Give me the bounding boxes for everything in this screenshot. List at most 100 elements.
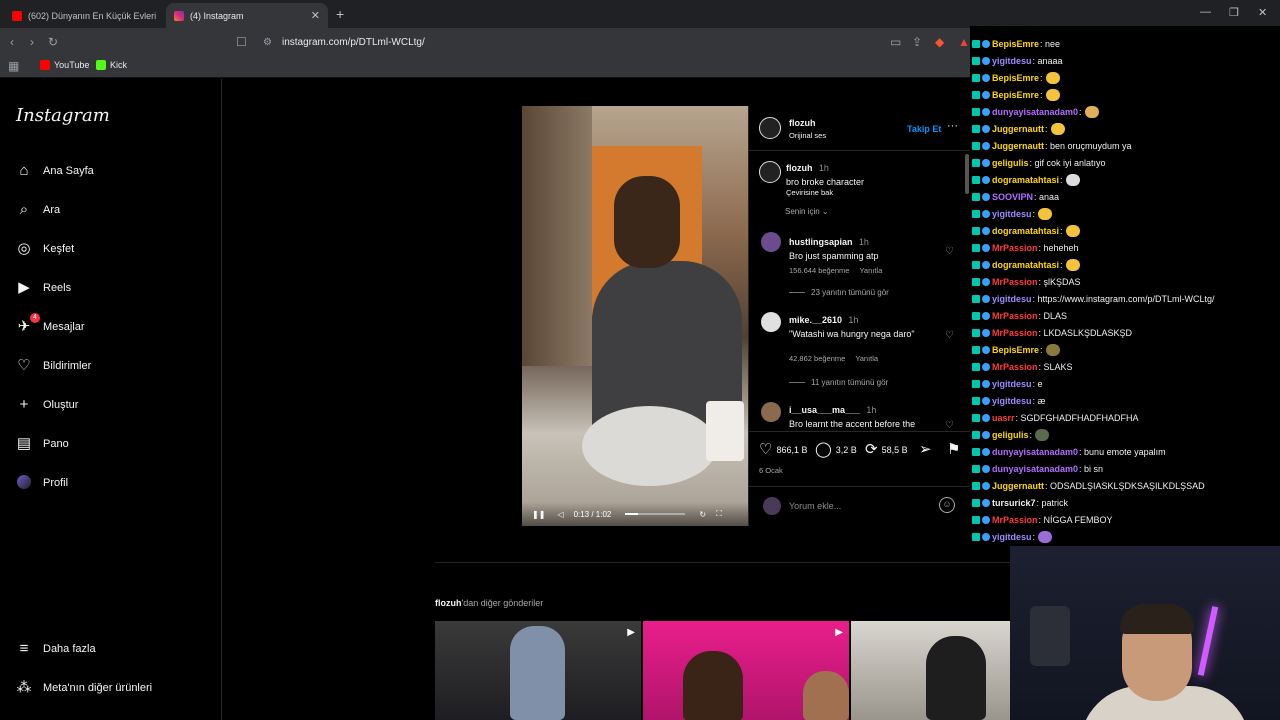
fullscreen-icon[interactable]: ⛶ — [716, 509, 722, 519]
more-posts-username[interactable]: flozuh — [435, 598, 462, 608]
comment-likes[interactable]: 156.644 beğenme — [789, 266, 849, 275]
cast-icon[interactable]: ▭ — [890, 35, 901, 49]
likes-count[interactable]: 866,1 B — [776, 445, 807, 455]
chat-username[interactable]: yigitdesu — [992, 396, 1032, 406]
chat-username[interactable]: BepisEmre — [992, 73, 1039, 83]
chat-username[interactable]: MrPassion — [992, 277, 1038, 287]
chat-username[interactable]: yigitdesu — [992, 294, 1032, 304]
sidebar-item-meta-apps[interactable]: ⁂ Meta'nın diğer ürünleri — [16, 680, 153, 696]
like-comment-icon[interactable]: ♡ — [945, 420, 954, 431]
related-post-thumbnail[interactable]: ▶ — [435, 621, 641, 720]
chat-username[interactable]: yigitdesu — [992, 209, 1032, 219]
comment-avatar[interactable] — [761, 402, 781, 422]
like-button[interactable]: ♡ 866,1 B — [759, 442, 807, 458]
chat-username[interactable]: dogramatahtasi — [992, 175, 1059, 185]
chat-username[interactable]: BepisEmre — [992, 90, 1039, 100]
chat-username[interactable]: Juggernautt — [992, 141, 1044, 151]
chat-username[interactable]: dogramatahtasi — [992, 226, 1059, 236]
minimize-icon[interactable]: — — [1200, 6, 1211, 18]
chat-username[interactable]: Juggernautt — [992, 481, 1044, 491]
site-info-icon[interactable]: ⚙ — [263, 37, 272, 48]
audio-label[interactable]: Orijinal ses — [789, 131, 826, 140]
caption-avatar[interactable] — [759, 161, 781, 183]
chat-username[interactable]: geligulis — [992, 158, 1029, 168]
close-tab-icon[interactable]: ✕ — [311, 9, 320, 22]
chat-username[interactable]: MrPassion — [992, 243, 1038, 253]
chat-username[interactable]: yigitdesu — [992, 532, 1032, 542]
chat-username[interactable]: dunyayisatanadam0 — [992, 107, 1078, 117]
comment-username[interactable]: mike.__2610 — [789, 315, 842, 325]
chat-username[interactable]: BepisEmre — [992, 345, 1039, 355]
sidebar-item-more[interactable]: ≡ Daha fazla — [16, 641, 96, 657]
chat-username[interactable]: SOOVIPN — [992, 192, 1033, 202]
address-bar[interactable]: ⚙ instagram.com/p/DTLml-WCLtg/ — [255, 32, 975, 52]
chat-username[interactable]: BepisEmre — [992, 39, 1039, 49]
author-avatar[interactable] — [759, 117, 781, 139]
follow-button[interactable]: Takip Et — [907, 124, 941, 134]
chat-username[interactable]: MrPassion — [992, 311, 1038, 321]
sidebar-item-home[interactable]: ⌂ Ana Sayfa — [16, 163, 93, 179]
sidebar-item-search[interactable]: ⌕ Ara — [16, 202, 60, 218]
sidebar-item-messages[interactable]: ✈ 4 Mesajlar — [16, 313, 85, 335]
chat-username[interactable]: geligulis — [992, 430, 1029, 440]
author-username[interactable]: flozuh — [789, 118, 816, 128]
bookmark-icon[interactable]: ☐ — [236, 35, 247, 49]
forward-icon[interactable]: › — [30, 35, 34, 49]
replay-icon[interactable]: ↻ — [699, 510, 706, 519]
save-button[interactable]: ⚑ — [947, 442, 964, 458]
sidebar-item-explore[interactable]: ◎ Keşfet — [16, 241, 74, 257]
bookmark-youtube[interactable]: YouTube — [40, 60, 89, 70]
close-window-icon[interactable]: ✕ — [1258, 6, 1267, 19]
apps-grid-icon[interactable]: ▦ — [8, 59, 19, 73]
caption-username[interactable]: flozuh — [786, 163, 813, 173]
chat-username[interactable]: tursurick7 — [992, 498, 1036, 508]
brave-shield-icon[interactable]: ◆ — [935, 35, 944, 49]
more-options-icon[interactable]: ··· — [947, 120, 958, 132]
comment-sort-dropdown[interactable]: Senin için ⌄ — [785, 207, 829, 216]
sidebar-item-create[interactable]: + Oluştur — [16, 397, 79, 413]
chat-username[interactable]: yigitdesu — [992, 56, 1032, 66]
chat-username[interactable]: uasrr — [992, 413, 1015, 423]
sidebar-item-profile[interactable]: Profil — [16, 475, 68, 491]
view-replies-link[interactable]: 23 yanıtın tümünü gör — [789, 288, 889, 297]
reply-button[interactable]: Yanıtla — [855, 354, 878, 363]
related-post-thumbnail[interactable] — [851, 621, 1010, 720]
share-button[interactable]: ➢ — [919, 442, 936, 458]
pause-icon[interactable]: ❚❚ — [532, 510, 545, 519]
maximize-icon[interactable]: ❐ — [1229, 6, 1239, 19]
like-comment-icon[interactable]: ♡ — [945, 330, 954, 341]
chat-username[interactable]: MrPassion — [992, 362, 1038, 372]
tab-youtube[interactable]: (602) Dünyanın En Küçük Evleri: 1,5 m — [4, 3, 164, 28]
sidebar-item-reels[interactable]: ▶ Reels — [16, 280, 71, 296]
volume-icon[interactable]: ◁ — [557, 510, 563, 519]
instagram-logo[interactable]: Instagram — [16, 105, 110, 126]
bookmark-kick[interactable]: Kick — [96, 60, 127, 70]
video-progress-bar[interactable] — [625, 513, 686, 515]
view-replies-link[interactable]: 11 yanıtın tümünü gör — [789, 378, 888, 387]
related-post-thumbnail[interactable]: ▶ — [643, 621, 849, 720]
comment-username[interactable]: hustlingsapian — [789, 237, 853, 247]
comment-avatar[interactable] — [761, 312, 781, 332]
sidebar-item-dashboard[interactable]: ▤ Pano — [16, 436, 69, 452]
chat-username[interactable]: dogramatahtasi — [992, 260, 1059, 270]
comment-likes[interactable]: 42.862 beğenme — [789, 354, 845, 363]
chat-username[interactable]: dunyayisatanadam0 — [992, 464, 1078, 474]
comments-scrollbar[interactable] — [965, 154, 969, 194]
chat-username[interactable]: MrPassion — [992, 328, 1038, 338]
chat-username[interactable]: MrPassion — [992, 515, 1038, 525]
comment-avatar[interactable] — [761, 232, 781, 252]
tab-instagram[interactable]: (4) Instagram ✕ — [166, 3, 328, 28]
comment-input[interactable]: Yorum ekle... — [789, 501, 841, 511]
back-icon[interactable]: ‹ — [10, 35, 14, 49]
chat-username[interactable]: Juggernautt — [992, 124, 1044, 134]
translate-link[interactable]: Çevirisine bak — [786, 188, 956, 197]
rewards-icon[interactable]: ▲ — [958, 35, 970, 49]
comment-button[interactable]: ◯ 3,2 B — [815, 442, 857, 458]
emoji-icon[interactable]: ☺ — [939, 497, 955, 513]
share-icon[interactable]: ⇪ — [912, 35, 922, 49]
reload-icon[interactable]: ↻ — [48, 35, 58, 49]
reply-button[interactable]: Yanıtla — [859, 266, 882, 275]
sidebar-item-notifications[interactable]: ♡ Bildirimler — [16, 358, 91, 374]
chat-username[interactable]: yigitdesu — [992, 379, 1032, 389]
repost-button[interactable]: ⟳ 58,5 B — [865, 442, 908, 458]
